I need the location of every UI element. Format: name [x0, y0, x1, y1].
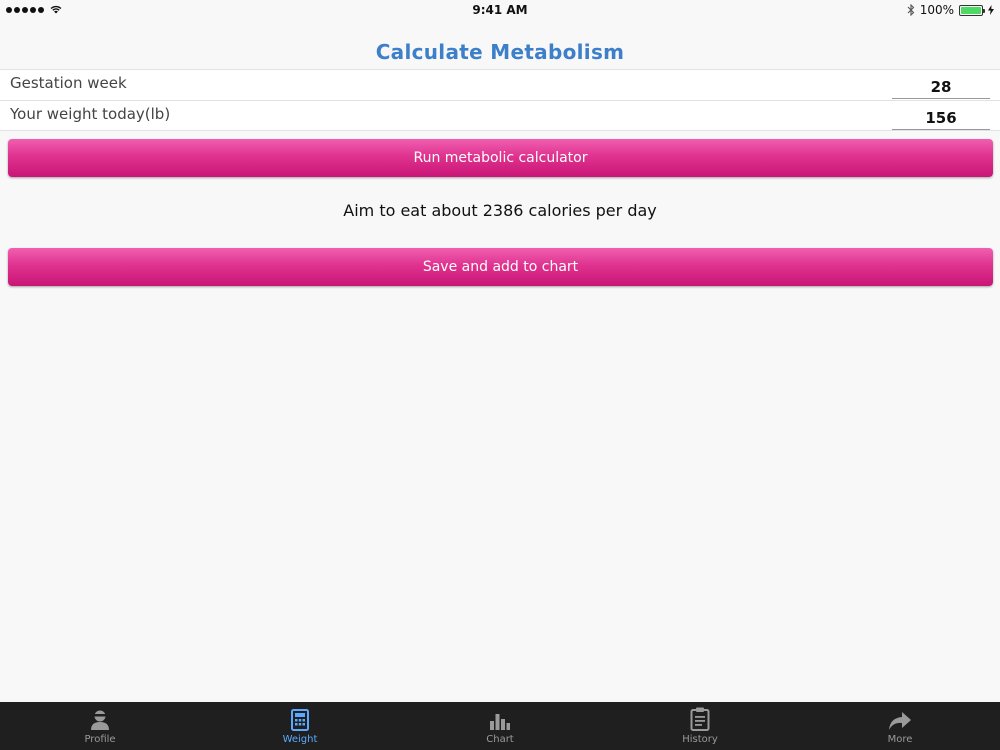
tab-chart-label: Chart: [486, 734, 514, 745]
tab-history[interactable]: History: [600, 702, 800, 750]
gestation-week-label: Gestation week: [10, 74, 127, 92]
clipboard-icon: [690, 707, 710, 731]
battery-icon: [959, 4, 985, 16]
tab-bar: Profile Weight Chart History More: [0, 702, 1000, 750]
status-time: 9:41 AM: [472, 3, 528, 17]
tab-more-label: More: [887, 734, 913, 745]
bar-chart-icon: [489, 709, 511, 731]
tab-profile[interactable]: Profile: [0, 702, 200, 750]
tab-more[interactable]: More: [800, 702, 1000, 750]
weight-row: Your weight today(lb) 156: [0, 100, 1000, 131]
run-metabolic-calculator-button[interactable]: Run metabolic calculator: [8, 139, 993, 177]
calculator-icon: [291, 709, 309, 731]
profile-icon: [89, 709, 111, 731]
gestation-week-input[interactable]: 28: [892, 75, 990, 99]
status-bar: 9:41 AM 100%: [0, 0, 1000, 22]
tab-weight[interactable]: Weight: [200, 702, 400, 750]
share-arrow-icon: [888, 709, 912, 731]
bluetooth-icon: [907, 4, 914, 16]
tab-history-label: History: [682, 734, 718, 745]
calorie-result-text: Aim to eat about 2386 calories per day: [343, 201, 657, 220]
save-and-add-to-chart-button[interactable]: Save and add to chart: [8, 248, 993, 286]
battery-percentage: 100%: [919, 3, 954, 17]
tab-chart[interactable]: Chart: [400, 702, 600, 750]
charging-bolt-icon: [988, 5, 994, 15]
weight-input[interactable]: 156: [892, 106, 990, 130]
page-title: Calculate Metabolism: [375, 40, 625, 64]
gestation-week-row: Gestation week 28: [0, 69, 1000, 100]
tab-profile-label: Profile: [84, 734, 116, 745]
weight-label: Your weight today(lb): [10, 105, 171, 123]
tab-weight-label: Weight: [282, 734, 318, 745]
